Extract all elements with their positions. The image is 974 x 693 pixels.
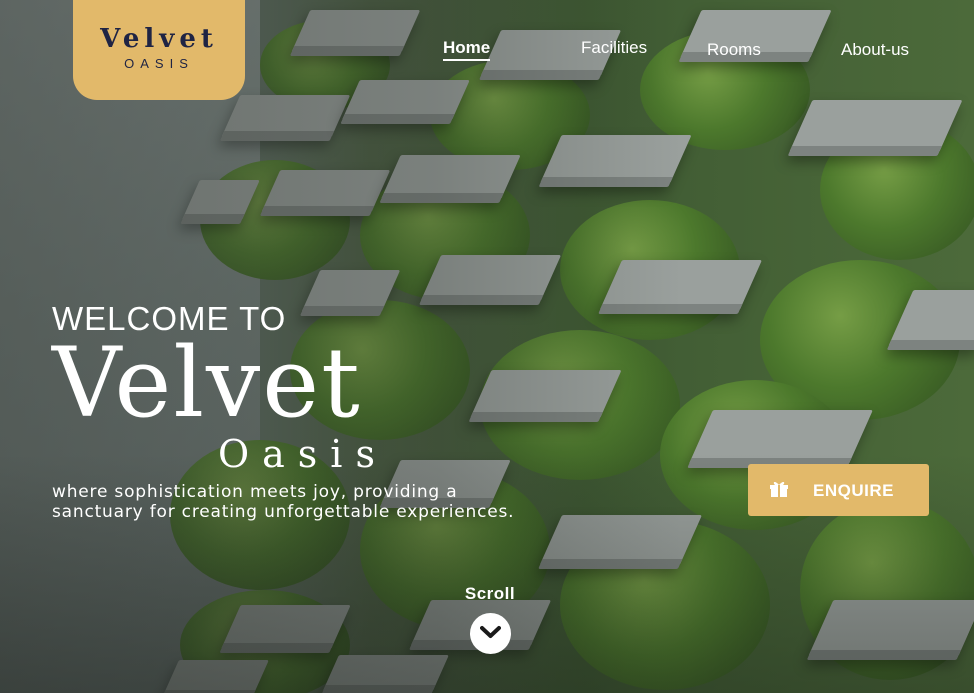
chevron-down-icon xyxy=(480,626,501,638)
scroll-label: Scroll xyxy=(464,584,516,603)
hero-title: Velvet xyxy=(52,327,362,439)
scroll-button[interactable] xyxy=(470,613,511,654)
nav-about-us[interactable]: About-us xyxy=(841,40,909,60)
logo-title: Velvet xyxy=(100,24,218,54)
enquire-button[interactable]: ENQUIRE xyxy=(748,464,929,516)
nav-facilities[interactable]: Facilities xyxy=(581,38,647,58)
tagline-line-2: sanctuary for creating unforgettable exp… xyxy=(52,502,515,522)
logo-subtitle: OASIS xyxy=(124,56,194,71)
enquire-label: ENQUIRE xyxy=(813,481,894,500)
nav-rooms[interactable]: Rooms xyxy=(707,40,761,60)
tagline-line-1: where sophistication meets joy, providin… xyxy=(52,482,458,502)
nav-home[interactable]: Home xyxy=(443,38,491,61)
hero-subtitle: Oasis xyxy=(218,432,388,476)
hero-tagline: where sophistication meets joy, providin… xyxy=(52,482,572,522)
gift-icon xyxy=(769,480,789,497)
